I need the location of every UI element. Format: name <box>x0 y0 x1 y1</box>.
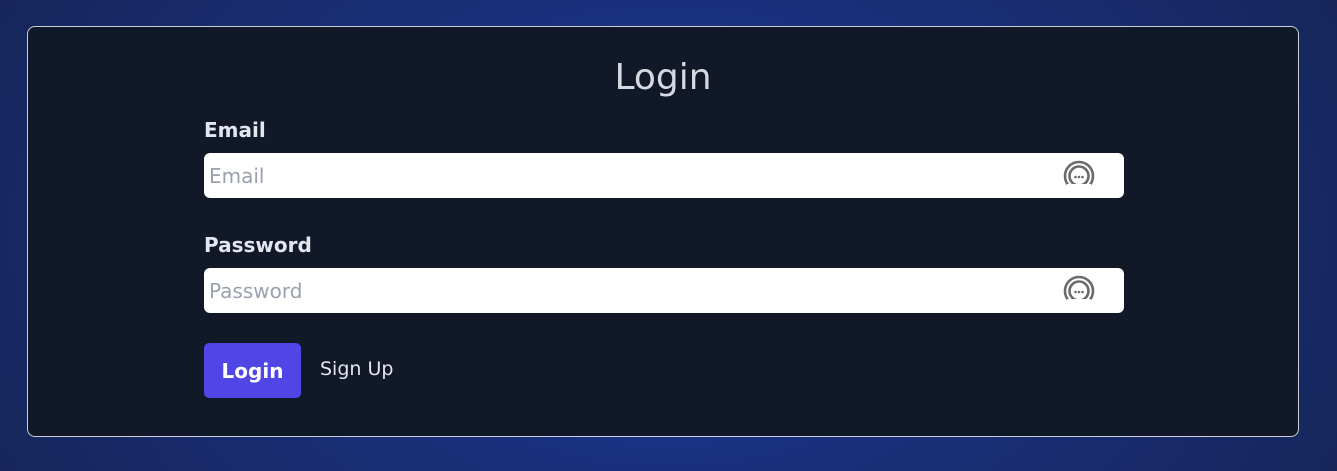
password-manager-icon[interactable] <box>1063 275 1095 307</box>
email-label: Email <box>204 118 266 142</box>
login-button[interactable]: Login <box>204 343 301 398</box>
email-group: Email <box>204 117 1124 198</box>
page-title: Login <box>614 57 712 98</box>
form-actions: Login Sign Up <box>204 343 1124 398</box>
password-field-wrapper <box>204 268 1124 313</box>
password-field[interactable] <box>204 268 1124 313</box>
password-label: Password <box>204 233 312 257</box>
login-card: Login Email Password <box>27 26 1299 437</box>
email-field-wrapper <box>204 153 1124 198</box>
password-manager-icon[interactable] <box>1063 160 1095 192</box>
login-form: Email Password <box>204 117 1124 398</box>
password-group: Password <box>204 232 1124 313</box>
signup-link[interactable]: Sign Up <box>320 358 393 380</box>
email-field[interactable] <box>204 153 1124 198</box>
